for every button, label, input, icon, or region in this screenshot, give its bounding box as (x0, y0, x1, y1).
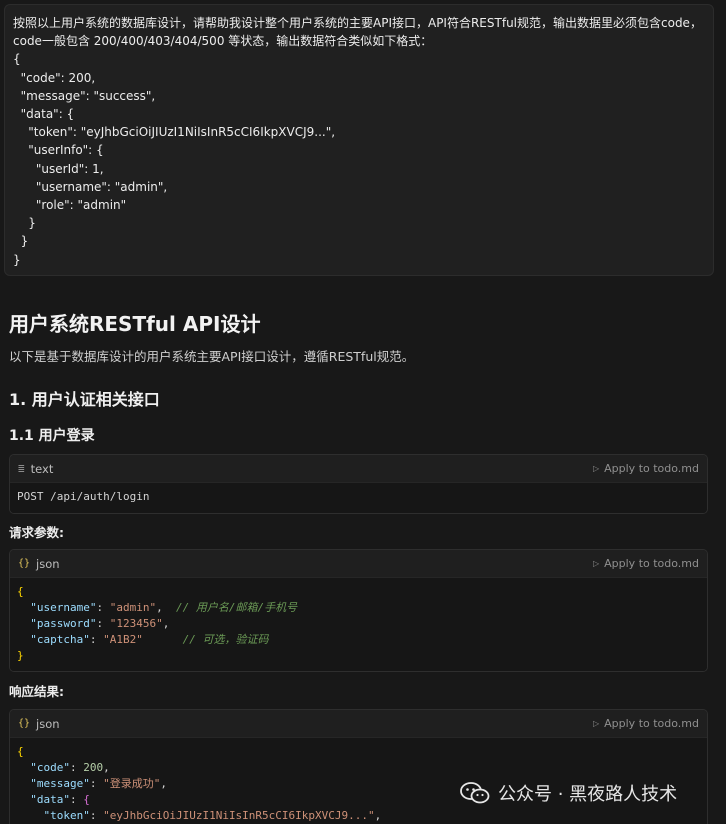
json-braces-icon: {} (18, 558, 31, 569)
prompt-line: "data": { (13, 107, 75, 122)
prompt-line: { (13, 52, 21, 67)
json-key: "message" (30, 777, 90, 790)
code-comment: // 可选，验证码 (182, 633, 269, 646)
json-key: "password" (30, 617, 97, 630)
json-key: "username" (30, 601, 97, 614)
json-value: "A1B2" (103, 633, 143, 646)
json-key: "code" (30, 761, 70, 774)
prompt-line: 按照以上用户系统的数据库设计，请帮助我设计整个用户系统的主要API接口，API符… (13, 16, 702, 30)
code-comment: // 用户名/邮箱/手机号 (175, 601, 298, 614)
apply-button[interactable]: ▷ Apply to todo.md (593, 462, 699, 475)
json-value: "admin" (109, 601, 157, 614)
code-body: POST /api/auth/login (10, 483, 707, 513)
prompt-line: } (13, 252, 21, 267)
json-key: "captcha" (30, 633, 90, 646)
response-title: 用户系统RESTful API设计 (9, 312, 261, 336)
json-value: 200 (83, 761, 104, 774)
json-brace: { (17, 585, 24, 598)
json-key: "data" (30, 793, 70, 806)
json-brace: { (17, 745, 24, 758)
code-language-label: text (30, 461, 54, 476)
page: { "prompt": { "lines": [ "按照以上用户系统的数据库设计… (0, 0, 726, 824)
apply-label: Apply to todo.md (604, 462, 699, 475)
code-block-endpoint: ≣ text ▷ Apply to todo.md POST /api/auth… (9, 454, 708, 514)
watermark: 公众号 · 黑夜路人技术 (460, 780, 677, 806)
code-block-header: ≣ text ▷ Apply to todo.md (10, 455, 707, 483)
play-icon: ▷ (592, 464, 600, 473)
apply-button[interactable]: ▷ Apply to todo.md (593, 717, 699, 730)
code-block-header: {} json ▷ Apply to todo.md (10, 550, 707, 578)
text-file-icon: ≣ (18, 462, 25, 475)
apply-label: Apply to todo.md (604, 717, 699, 730)
prompt-line: "role": "admin" (13, 198, 127, 213)
prompt-line: "userId": 1, (13, 161, 104, 176)
section-heading: 1. 用户认证相关接口 (9, 390, 160, 409)
user-prompt-bubble: 按照以上用户系统的数据库设计，请帮助我设计整个用户系统的主要API接口，API符… (4, 4, 714, 276)
prompt-line: "message": "success", (13, 88, 156, 103)
code-block-header: {} json ▷ Apply to todo.md (10, 710, 707, 738)
prompt-line: } (13, 234, 29, 249)
wechat-icon (460, 782, 490, 804)
play-icon: ▷ (592, 559, 600, 568)
code-body: { "username": "admin", // 用户名/邮箱/手机号 "pa… (10, 578, 707, 671)
json-value: "eyJhbGciOiJIUzI1NiIsInR5cCI6IkpXVCJ9...… (103, 809, 375, 822)
prompt-line: "code": 200, (13, 70, 96, 85)
apply-button[interactable]: ▷ Apply to todo.md (593, 557, 699, 570)
json-value: "登录成功" (103, 777, 161, 790)
prompt-line: } (13, 216, 36, 231)
json-brace: } (17, 649, 24, 662)
watermark-text: 公众号 · 黑夜路人技术 (498, 784, 678, 805)
json-braces-icon: {} (18, 718, 31, 729)
play-icon: ▷ (592, 719, 600, 728)
json-brace: { (83, 793, 90, 806)
prompt-line: code一般包含 200/400/403/404/500 等状态，输出数据符合类… (13, 34, 433, 49)
prompt-line: "token": "eyJhbGciOiJIUzI1NiIsInR5cCI6Ik… (13, 125, 336, 140)
code-language-label: json (36, 716, 60, 731)
prompt-line: "username": "admin", (13, 179, 168, 194)
request-params-label: 请求参数: (9, 525, 64, 540)
code-language-label: json (36, 556, 60, 571)
response-result-label: 响应结果: (9, 684, 64, 699)
code-block-response: {} json ▷ Apply to todo.md { "code": 200… (9, 709, 708, 824)
subsection-heading: 1.1 用户登录 (9, 428, 95, 444)
code-block-request: {} json ▷ Apply to todo.md { "username":… (9, 549, 708, 672)
json-key: "token" (43, 809, 90, 822)
json-value: "123456" (109, 617, 163, 630)
response-intro: 以下是基于数据库设计的用户系统主要API接口设计，遵循RESTful规范。 (9, 349, 415, 364)
prompt-line: "userInfo": { (13, 143, 104, 158)
apply-label: Apply to todo.md (604, 557, 699, 570)
